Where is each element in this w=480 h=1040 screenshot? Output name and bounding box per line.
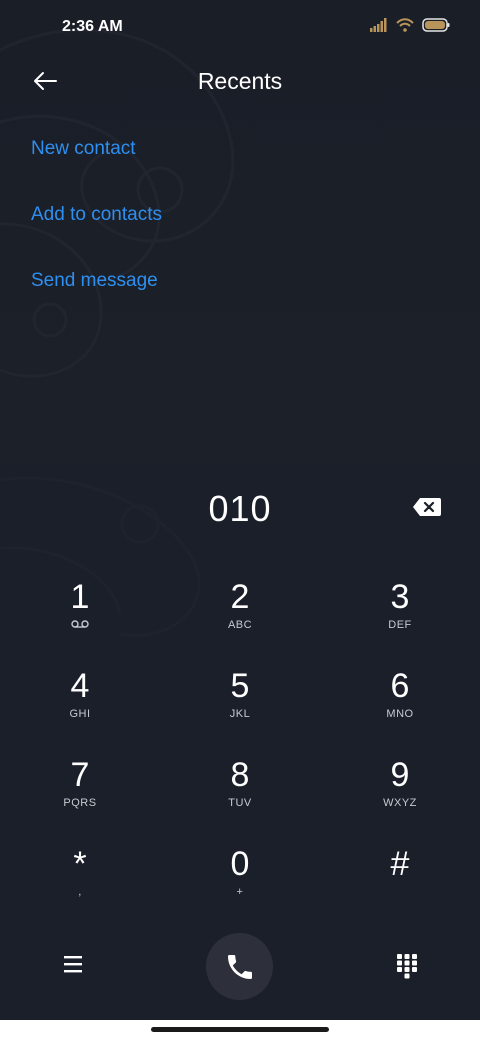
key-7[interactable]: 7 PQRS bbox=[20, 755, 140, 835]
battery-icon bbox=[422, 18, 450, 32]
key-0[interactable]: 0 + bbox=[180, 844, 300, 924]
status-time: 2:36 AM bbox=[62, 18, 123, 35]
add-to-contacts-link[interactable]: Add to contacts bbox=[31, 204, 162, 226]
key-digit: 8 bbox=[230, 756, 250, 794]
key-4[interactable]: 4 GHI bbox=[20, 666, 140, 746]
key-star[interactable]: * , bbox=[20, 844, 140, 924]
key-hash[interactable]: # bbox=[340, 844, 460, 924]
voicemail-icon bbox=[71, 620, 89, 628]
key-1[interactable]: 1 bbox=[20, 577, 140, 657]
menu-button[interactable] bbox=[62, 953, 84, 975]
key-digit: # bbox=[390, 845, 410, 883]
key-letters: DEF bbox=[388, 619, 412, 631]
key-letters: MNO bbox=[386, 708, 414, 720]
system-nav-bar bbox=[0, 1020, 480, 1040]
key-letters: JKL bbox=[229, 708, 251, 720]
header: Recents bbox=[0, 56, 480, 106]
signal-icon bbox=[370, 18, 387, 32]
backspace-button[interactable] bbox=[412, 497, 442, 517]
dialpad-icon bbox=[397, 954, 417, 979]
call-button[interactable] bbox=[206, 933, 273, 1000]
key-9[interactable]: 9 WXYZ bbox=[340, 755, 460, 835]
home-indicator[interactable] bbox=[151, 1027, 329, 1032]
key-digit: 6 bbox=[390, 667, 410, 705]
dialed-number: 010 bbox=[208, 488, 272, 529]
page-title: Recents bbox=[197, 68, 283, 94]
key-3[interactable]: 3 DEF bbox=[340, 577, 460, 657]
key-digit: 4 bbox=[70, 667, 90, 705]
status-icons bbox=[370, 18, 450, 32]
send-message-link[interactable]: Send message bbox=[31, 270, 158, 292]
key-letters: ABC bbox=[227, 619, 253, 631]
bottom-bar bbox=[0, 930, 480, 1010]
key-6[interactable]: 6 MNO bbox=[340, 666, 460, 746]
phone-icon bbox=[227, 954, 252, 979]
key-digit: 9 bbox=[390, 756, 410, 794]
key-letters: TUV bbox=[228, 797, 252, 809]
key-letters: GHI bbox=[69, 708, 91, 720]
key-2[interactable]: 2 ABC bbox=[180, 577, 300, 657]
key-digit: 2 bbox=[230, 578, 250, 616]
key-digit: 1 bbox=[70, 578, 90, 616]
new-contact-link[interactable]: New contact bbox=[31, 138, 136, 160]
recents-panel: 2:36 AM Recents New contact Add to conta… bbox=[0, 0, 480, 464]
key-letters bbox=[71, 619, 89, 633]
wifi-icon bbox=[396, 18, 414, 32]
status-bar: 2:36 AM bbox=[0, 0, 480, 56]
key-digit: 7 bbox=[70, 756, 90, 794]
key-letters: WXYZ bbox=[383, 797, 417, 809]
key-8[interactable]: 8 TUV bbox=[180, 755, 300, 835]
dialpad-toggle-button[interactable] bbox=[396, 953, 418, 979]
key-letters: , bbox=[78, 886, 82, 898]
key-digit: * bbox=[73, 845, 87, 883]
key-digit: 3 bbox=[390, 578, 410, 616]
key-digit: 5 bbox=[230, 667, 250, 705]
key-digit: 0 bbox=[230, 845, 250, 883]
key-5[interactable]: 5 JKL bbox=[180, 666, 300, 746]
menu-icon bbox=[64, 956, 82, 973]
key-letters: + bbox=[236, 886, 244, 898]
key-letters: PQRS bbox=[63, 797, 97, 809]
backspace-icon bbox=[413, 498, 441, 516]
